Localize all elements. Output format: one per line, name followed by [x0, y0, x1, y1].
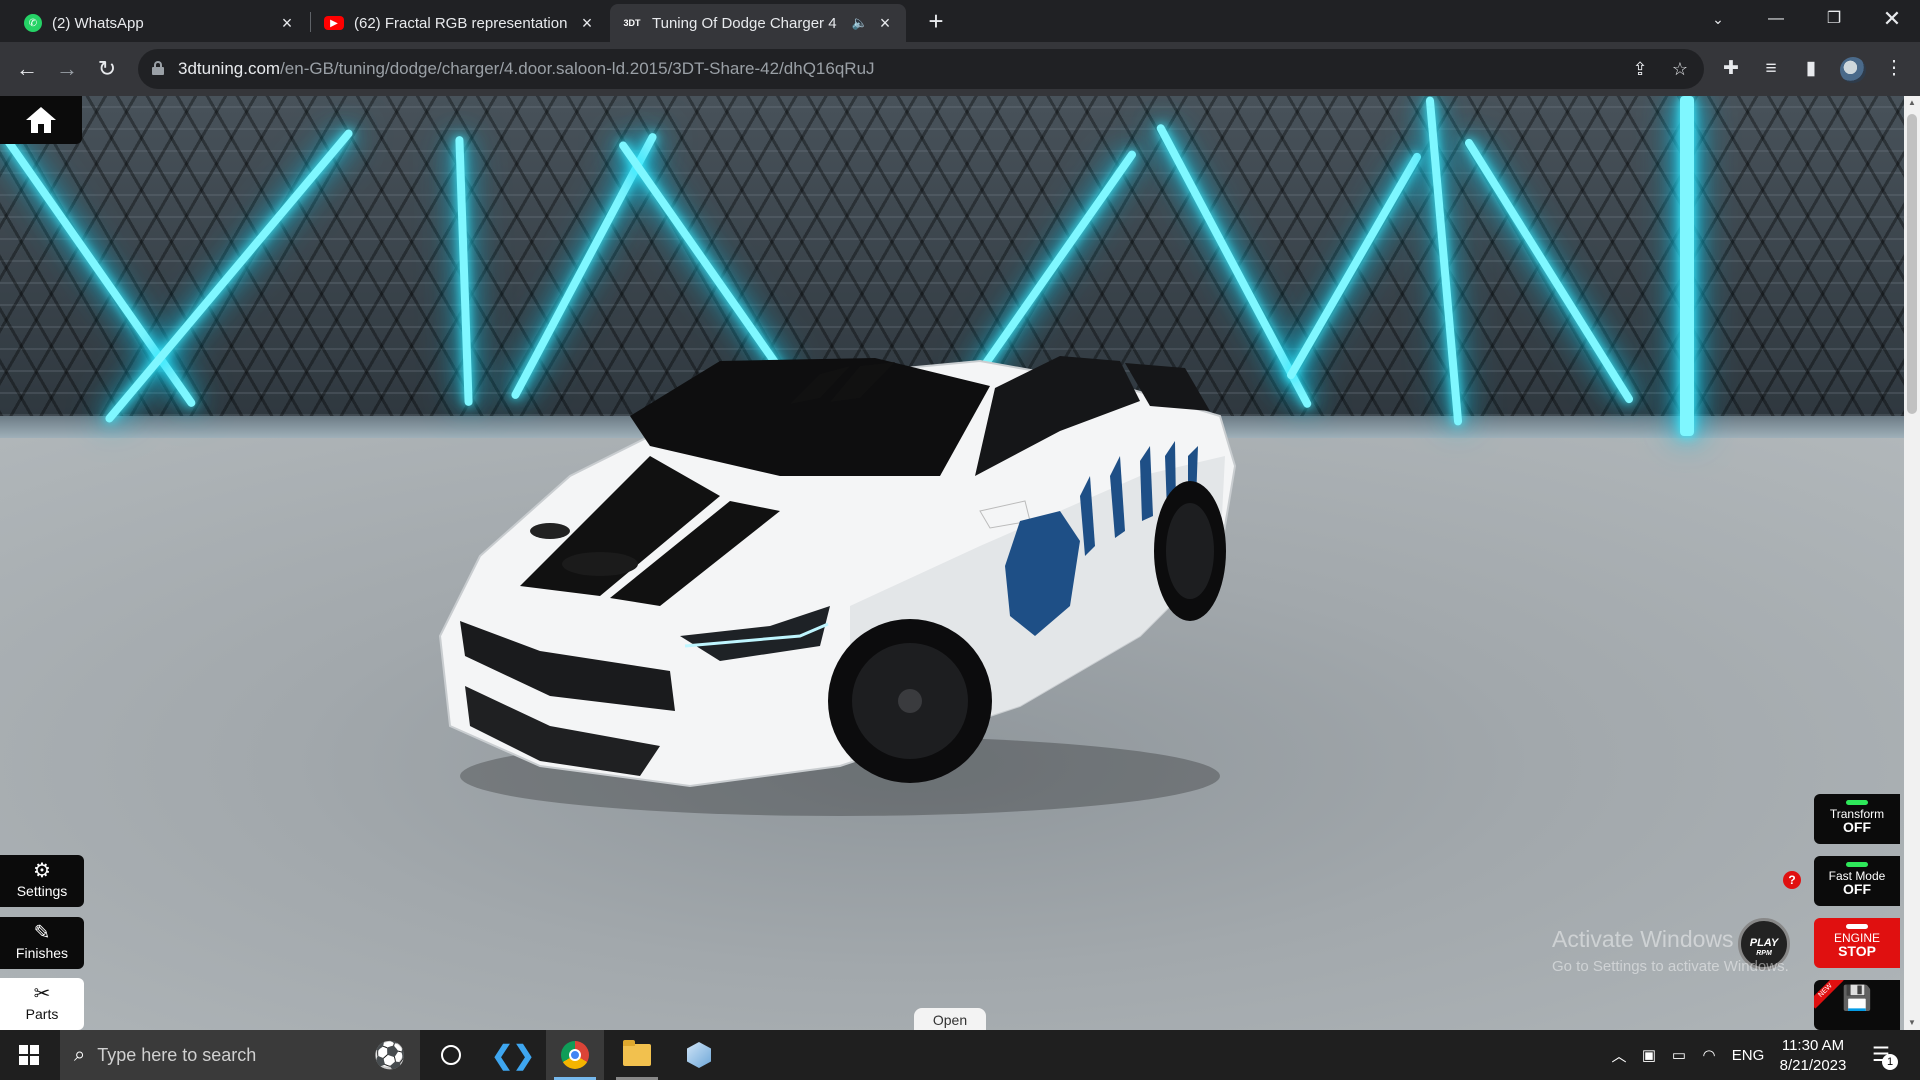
tab-title: Tuning Of Dodge Charger 4 — [652, 14, 837, 32]
transform-state: OFF — [1843, 819, 1871, 835]
parts-label: Parts — [25, 1006, 59, 1022]
tab-whatsapp[interactable]: ✆ (2) WhatsApp × — [12, 4, 308, 42]
youtube-icon: ▶ — [324, 16, 344, 30]
neon-light-strip — [1680, 96, 1694, 436]
back-button[interactable]: ← — [12, 54, 42, 84]
battery-icon[interactable]: ▭ — [1666, 1030, 1692, 1080]
share-icon[interactable]: ⇪ — [1628, 57, 1652, 81]
close-tab-icon[interactable]: × — [876, 13, 894, 34]
activate-windows-subtitle: Go to Settings to activate Windows. — [1552, 958, 1789, 975]
meet-now-icon[interactable]: ▣ — [1636, 1030, 1662, 1080]
settings-label: Settings — [16, 883, 68, 899]
activate-windows-title: Activate Windows — [1552, 926, 1734, 952]
audio-playing-icon[interactable]: 🔈 — [852, 15, 868, 31]
engine-stop-button[interactable]: ENGINE STOP — [1814, 918, 1900, 968]
browser-toolbar: ← → ↻ 3dtuning.com/en-GB/tuning/dodge/ch… — [0, 42, 1920, 96]
taskbar-search-box[interactable]: ⌕ Type here to search ⚽ — [60, 1030, 420, 1080]
tab-title: (62) Fractal RGB representation - — [354, 14, 570, 32]
chrome-icon — [561, 1041, 589, 1069]
dodge-charger-model[interactable] — [420, 306, 1240, 826]
browser-tab-strip: ✆ (2) WhatsApp × ▶ (62) Fractal RGB repr… — [0, 0, 1920, 42]
save-button[interactable]: NEW 💾 — [1814, 980, 1900, 1030]
3d-viewport[interactable]: ⚙ Settings ✎ Finishes ✂ Parts Transform … — [0, 96, 1904, 1030]
url-text[interactable]: 3dtuning.com/en-GB/tuning/dodge/charger/… — [178, 59, 875, 79]
tab-search-chevron-icon[interactable]: ⌄ — [1690, 0, 1746, 38]
whatsapp-icon: ✆ — [24, 14, 42, 32]
chrome-menu-icon[interactable]: ⋮ — [1880, 55, 1908, 83]
transform-toggle[interactable]: Transform OFF — [1814, 794, 1900, 844]
fast-mode-toggle[interactable]: Fast Mode OFF — [1814, 856, 1900, 906]
engine-indicator — [1846, 924, 1868, 929]
settings-gears-icon: ⚙ — [33, 860, 51, 882]
settings-button[interactable]: ⚙ Settings — [0, 855, 84, 907]
folder-icon — [623, 1040, 651, 1066]
rpm-label: RPM — [1756, 950, 1772, 957]
play-label: PLAY — [1749, 937, 1779, 949]
close-tab-icon[interactable]: × — [278, 13, 296, 34]
tab-title: (2) WhatsApp — [52, 14, 144, 32]
scroll-down-arrow-icon[interactable]: ▼ — [1904, 1016, 1920, 1030]
parts-button[interactable]: ✂ Parts — [0, 978, 84, 1030]
wrench-screwdriver-icon: ✂ — [33, 983, 51, 1005]
scroll-thumb[interactable] — [1907, 114, 1917, 414]
windows-logo-icon — [19, 1045, 39, 1065]
new-badge: NEW — [1814, 980, 1844, 1009]
minimize-button[interactable]: — — [1748, 0, 1804, 38]
search-highlight-icon: ⚽ — [373, 1040, 406, 1070]
show-hidden-icons-chevron-icon[interactable]: ︿ — [1606, 1030, 1632, 1080]
open-panel-button[interactable]: Open — [914, 1008, 986, 1030]
extensions-puzzle-icon[interactable]: ✚ — [1717, 55, 1745, 83]
clock-date: 8/21/2023 — [1779, 1057, 1847, 1074]
3d-viewer-taskbar-button[interactable] — [670, 1030, 728, 1080]
finishes-label: Finishes — [15, 945, 69, 961]
fast-mode-state: OFF — [1843, 881, 1871, 897]
chrome-taskbar-button[interactable] — [546, 1030, 604, 1080]
reload-button[interactable]: ↻ — [92, 54, 122, 84]
home-icon — [26, 107, 56, 133]
close-window-button[interactable]: ✕ — [1864, 0, 1920, 38]
toggle-indicator — [1846, 862, 1868, 867]
tab-youtube[interactable]: ▶ (62) Fractal RGB representation - × — [312, 4, 608, 42]
media-control-icon[interactable]: ≡ — [1757, 55, 1785, 83]
start-button[interactable] — [0, 1030, 58, 1080]
save-floppy-icon: 💾 — [1842, 985, 1872, 1012]
toggle-indicator — [1846, 800, 1868, 805]
notification-count-badge: 1 — [1882, 1054, 1898, 1070]
home-button[interactable] — [0, 96, 82, 144]
engine-state: STOP — [1838, 943, 1876, 959]
bookmark-star-icon[interactable]: ☆ — [1668, 57, 1692, 81]
forward-button[interactable]: → — [52, 54, 82, 84]
spray-gun-icon: ✎ — [33, 922, 51, 944]
file-explorer-taskbar-button[interactable] — [608, 1030, 666, 1080]
cortana-circle-icon — [441, 1045, 461, 1065]
help-badge[interactable]: ? — [1783, 871, 1801, 889]
language-indicator[interactable]: ENG — [1728, 1030, 1768, 1080]
tab-3dtuning[interactable]: 3DT Tuning Of Dodge Charger 4 🔈 × — [610, 4, 906, 42]
cube-icon — [687, 1042, 711, 1068]
side-panel-icon[interactable]: ▮ — [1797, 55, 1825, 83]
notification-center-icon[interactable]: ☰ 1 — [1868, 1042, 1898, 1070]
vscode-taskbar-button[interactable]: ❮❯ — [484, 1030, 542, 1080]
vscode-icon: ❮❯ — [491, 1039, 535, 1070]
clock-time: 11:30 AM — [1781, 1037, 1845, 1054]
finishes-button[interactable]: ✎ Finishes — [0, 917, 84, 969]
search-icon: ⌕ — [74, 1043, 86, 1066]
tab-separator — [310, 12, 311, 32]
wifi-icon[interactable]: ◠ — [1696, 1030, 1722, 1080]
lock-icon[interactable] — [152, 61, 164, 75]
new-tab-button[interactable]: + — [922, 8, 950, 36]
3dtuning-icon: 3DT — [623, 18, 641, 28]
search-placeholder: Type here to search — [97, 1044, 257, 1065]
maximize-button[interactable]: ❐ — [1806, 0, 1862, 38]
profile-avatar[interactable] — [1840, 57, 1866, 83]
address-bar[interactable]: 3dtuning.com/en-GB/tuning/dodge/charger/… — [138, 49, 1704, 89]
system-clock[interactable]: 11:30 AM 8/21/2023 — [1770, 1036, 1856, 1076]
scroll-up-arrow-icon[interactable]: ▲ — [1904, 96, 1920, 110]
close-tab-icon[interactable]: × — [578, 13, 596, 34]
task-view-button[interactable] — [422, 1030, 480, 1080]
windows-taskbar: ⌕ Type here to search ⚽ ❮❯ ︿ ▣ ▭ ◠ ENG 1… — [0, 1030, 1920, 1080]
page-scrollbar[interactable]: ▲ ▼ — [1904, 96, 1920, 1030]
